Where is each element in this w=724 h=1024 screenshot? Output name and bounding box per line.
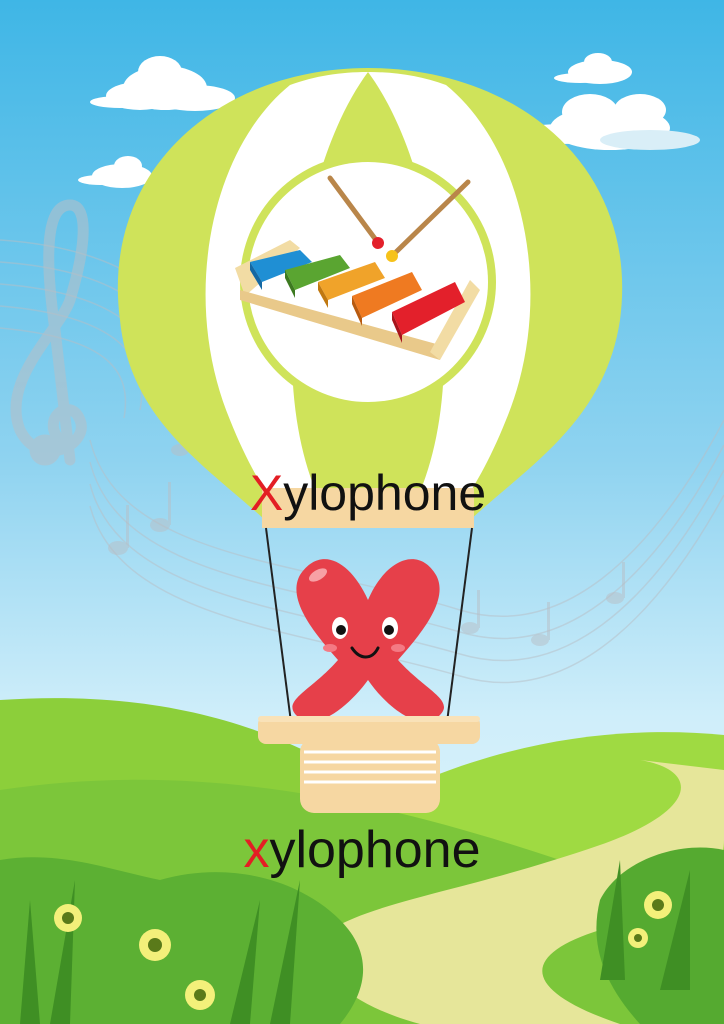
word-title-capitalized: Xylophone <box>0 458 724 528</box>
word-title-lowercase: xylophone <box>0 815 724 885</box>
word-rest: ylophone <box>283 465 487 521</box>
letter-x-character-icon <box>292 559 445 722</box>
flashcard: Xylophone xylophone <box>0 0 724 1024</box>
first-letter: X <box>249 465 284 521</box>
word-rest: ylophone <box>269 821 481 879</box>
first-letter: x <box>243 821 270 879</box>
basket-icon <box>258 716 480 813</box>
